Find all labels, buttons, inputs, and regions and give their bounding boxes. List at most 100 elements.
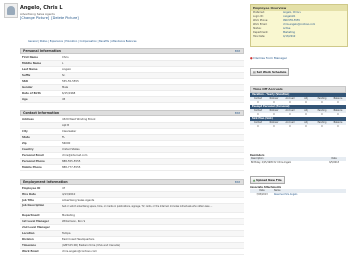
associate-attachments: Associate Attachments Date Name 7/23/2013… (250, 186, 346, 197)
upload-new-file-button[interactable]: ▲ Upload New File (250, 176, 285, 184)
field-label: Division (22, 238, 34, 241)
accrual-val: 0 (289, 125, 291, 128)
field-label: Personal Email (22, 154, 44, 157)
time-off-title: Time Off Accruals (250, 86, 346, 93)
field-label: Suffix (22, 74, 31, 77)
reminder-date: 6/5/2013 (329, 161, 340, 164)
field-value: United States (62, 148, 80, 151)
field-label: State (22, 136, 30, 139)
reminder-row[interactable]: Birthday, 2/15/1995 for Chris Angelo 6/5/… (250, 161, 346, 165)
field-value: Marketing (62, 214, 75, 217)
change-picture-link[interactable]: [Change Picture] (20, 16, 49, 20)
field-value: 555-55-5555 (62, 80, 79, 83)
set-work-schedule-label: Set Work Schedule (256, 70, 287, 74)
employee-overview-card: Employee Overview Preferred: Angelo, Chri… (250, 4, 348, 47)
field-label: Personal Phone (22, 160, 45, 163)
field-label: Hire Date (22, 193, 36, 196)
accrual-val: 0 (305, 125, 307, 128)
field-value: 47 (62, 187, 66, 190)
overview-row: Hire Date: 4/13/2010 (251, 35, 347, 39)
reminders: Reminders Description Date Birthday, 2/15… (250, 154, 346, 165)
tab-bar[interactable]: General | Status | Experience | Educatio… (28, 40, 137, 43)
field-label: Timezone (22, 244, 37, 247)
field-value: 4/13/2010 (62, 193, 76, 196)
field-value: Clearwater (62, 130, 77, 133)
field-label: Middle Name (22, 62, 42, 65)
contact-edit-link[interactable]: Edit (235, 111, 240, 116)
field-label: Age (22, 98, 28, 101)
reminder-desc: Birthday, 2/15/1995 for Chris Angelo (251, 161, 292, 164)
attachment-row[interactable]: 7/23/2013 Resume-Chris.Angelo (250, 193, 346, 197)
employment-edit-link[interactable]: Edit (235, 180, 240, 185)
field-value: Tampa (62, 232, 71, 235)
accrual-val: 0 (305, 101, 307, 104)
field-value: 888-777-5555 (62, 166, 81, 169)
field-value: 6/15/1968 (62, 92, 76, 95)
accrual-val: 0 (321, 113, 323, 116)
accrual-val: 0 (289, 113, 291, 116)
delete-picture-link[interactable]: [Delete Picture] (51, 16, 78, 20)
field-label: Employee ID (22, 187, 41, 190)
field-label: Gender (22, 86, 33, 89)
field-value: 888-555-5555 (62, 160, 81, 163)
accrual-val: 0 (257, 125, 259, 128)
schedule-bar: ▤ Set Work Schedule (250, 68, 346, 76)
field-label: Address (22, 118, 34, 121)
field-label: Country (22, 148, 34, 151)
field-value: FL (62, 136, 65, 139)
field-value: Apt B (62, 124, 70, 127)
field-label: First Name (22, 56, 39, 59)
contact-info-header: Contact Information Edit (20, 110, 244, 116)
field-label: Date of Birth (22, 92, 41, 95)
employment-info-header: Employment Information Edit (20, 179, 244, 185)
field-value: (GMT-05:00) Eastern time (USA and Canada… (62, 244, 121, 247)
dismiss-row: ● Dismiss from Manager (250, 56, 346, 64)
field-label: Work Email (22, 250, 39, 253)
field-label: 2nd Level Manager (22, 226, 50, 229)
field-value: 56000 (62, 142, 71, 145)
upload-label: Upload New File (256, 178, 282, 182)
field-value: Angelo (62, 68, 71, 71)
accrual-val: 0 (321, 125, 323, 128)
field-label: Mobile Phone (22, 166, 42, 169)
attachment-date: 7/23/2013 (256, 193, 268, 196)
employee-name: Angelo, Chris L (20, 5, 63, 11)
field-label: 1st Level Manager (22, 220, 49, 223)
attachment-name[interactable]: Resume-Chris.Angelo (274, 193, 346, 197)
personal-info-title: Personal Information (23, 49, 61, 53)
accrual-val: 0 (273, 125, 275, 128)
field-value: L (62, 62, 64, 65)
field-value: chris@internet.com (62, 154, 88, 157)
app-window: Angelo, Chris L Advertising Sales Agents… (0, 0, 350, 263)
accrual-val: 0 (337, 101, 339, 104)
overview-value: 4/13/2010 (283, 35, 296, 38)
picture-links: [Change Picture] [Delete Picture] (20, 16, 81, 20)
accrual-val: 0 (337, 113, 339, 116)
accrual-values: 0 0 0 0 0 0 (250, 125, 346, 129)
field-value: Advertising Sales Agents (62, 199, 95, 202)
dismiss-link[interactable]: Dismiss from Manager (253, 56, 287, 60)
employee-photo (4, 3, 18, 18)
field-label (20, 123, 62, 128)
personal-edit-link[interactable]: Edit (235, 49, 240, 54)
field-value: East Coast Headquarters (62, 238, 95, 241)
accrual-val: 0 (321, 101, 323, 104)
personal-info-header: Personal Information Edit (20, 48, 244, 54)
accrual-val: 0 (337, 125, 339, 128)
table-row: Work Email chris.angelo@contoso.com (20, 249, 244, 255)
field-value: 4329 West Winding Brook (62, 118, 96, 121)
contact-info-title: Contact Information (23, 111, 60, 115)
field-label: Job Description (22, 204, 45, 207)
employment-info-title: Employment Information (23, 180, 68, 184)
field-label: City (22, 130, 28, 133)
table-row: Age 45 (20, 97, 244, 103)
field-value (62, 225, 244, 230)
field-label: Zip (22, 142, 27, 145)
field-label: SSN (22, 80, 28, 83)
set-work-schedule-button[interactable]: ▤ Set Work Schedule (250, 68, 290, 76)
field-label: Job Title (22, 199, 35, 202)
upload-bar: ▲ Upload New File (250, 176, 346, 184)
field-value: Male (62, 86, 69, 89)
table-row: Job Description Sell or solicit advertisi… (20, 204, 244, 213)
person-icon (7, 6, 15, 15)
